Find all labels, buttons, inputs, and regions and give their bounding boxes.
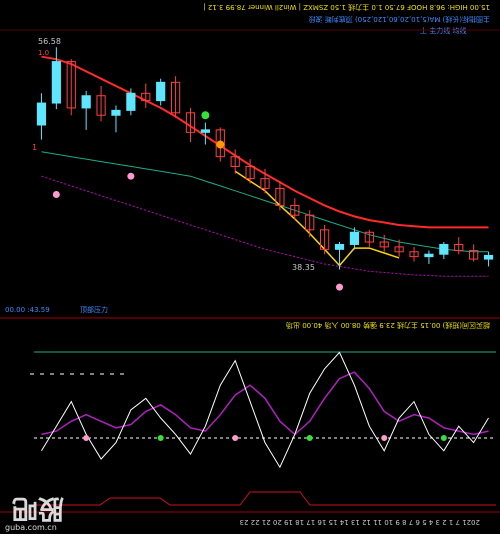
signal-marker-low	[127, 172, 135, 180]
signal-marker-low	[336, 283, 344, 291]
osc-signal-marker	[306, 435, 313, 441]
candle-body	[81, 95, 91, 109]
candle-body	[424, 253, 434, 258]
candle-body	[483, 254, 494, 260]
candle-body	[349, 231, 360, 245]
left-scale-label: 1	[32, 143, 37, 152]
price-pane-bottom-mid: 顶部压力	[80, 305, 108, 314]
price-high-label: 56.58	[38, 37, 61, 46]
stock-chart: 15.00 HIGH: 96.8 HOOF 67.50 1.0 主力线 1.50…	[0, 0, 500, 534]
candle-body	[200, 129, 210, 133]
watermark-url: guba.com.cn	[5, 523, 57, 532]
candle-body	[36, 102, 47, 126]
osc-signal-marker	[157, 435, 164, 441]
signal-marker-green	[201, 111, 210, 120]
candle-body	[111, 109, 121, 116]
date-axis: 2021 7 1 2 3 4 5 6 7 8 9 10 11 12 13 14 …	[240, 518, 480, 526]
signal-marker-low	[52, 190, 60, 198]
watermark-logo: 股吧	[12, 493, 64, 523]
legend-line-1: 主图指标(长线) MA(5,10,20,60,120,250) 顶底判断 波段	[309, 15, 490, 24]
candle-body	[439, 243, 449, 255]
candle-body	[126, 92, 136, 111]
osc-signal-marker	[83, 435, 90, 441]
osc-signal-marker	[440, 435, 447, 441]
candle-body	[51, 61, 61, 104]
osc-signal-marker	[381, 435, 388, 441]
price-pane-bottom-left: 00.00 :43.59	[5, 306, 50, 314]
candle-body	[334, 243, 345, 250]
candle-body	[156, 81, 166, 102]
price-tag-2: 1.0	[38, 49, 49, 57]
top-info-bar: 15.00 HIGH: 96.8 HOOF 67.50 1.0 主力线 1.50…	[203, 3, 490, 12]
signal-marker-orange	[216, 140, 225, 149]
price-low-label: 38.35	[292, 263, 315, 272]
osc-signal-marker	[232, 435, 239, 441]
osc-top-bar: 超买区间(短线) 00.15 主力线 23.9 强势 08.00 入场 40.0…	[286, 321, 490, 330]
